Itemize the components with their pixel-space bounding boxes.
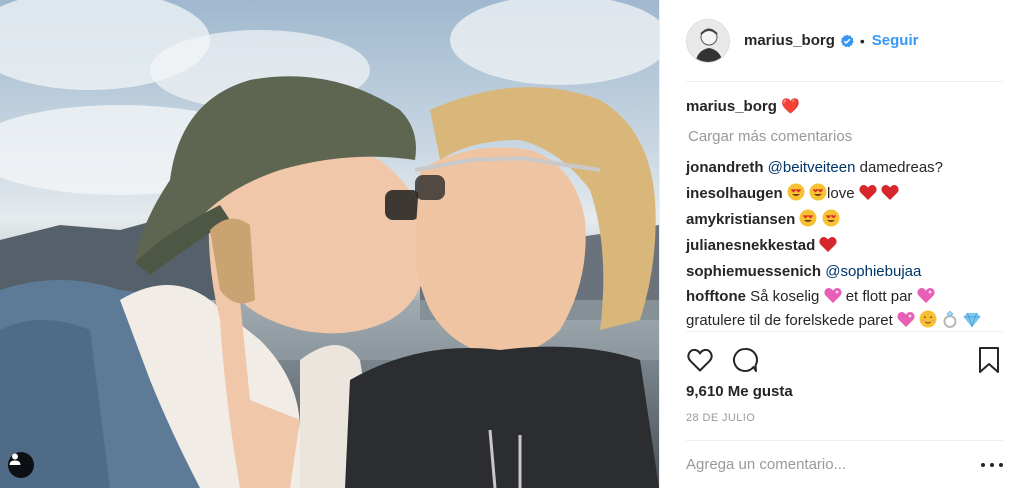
user-tag-button[interactable] bbox=[8, 452, 34, 478]
comment-item: amykristiansen bbox=[686, 207, 1008, 233]
instagram-post: marius_borg • Seguir marius_borg ❤️ Carg… bbox=[0, 0, 1024, 488]
comment-username[interactable]: amykristiansen bbox=[686, 211, 795, 228]
heart-eyes-emoji-icon bbox=[822, 209, 840, 227]
add-comment-bar bbox=[686, 440, 1003, 488]
comment-mention[interactable]: @beitveiteen bbox=[768, 159, 856, 176]
comment-text: love bbox=[827, 185, 855, 202]
follow-button[interactable]: Seguir bbox=[872, 32, 919, 49]
heart-eyes-emoji-icon bbox=[787, 183, 805, 201]
red-heart-emoji-icon bbox=[859, 185, 877, 200]
likes-count[interactable]: 9,610 Me gusta bbox=[686, 383, 793, 400]
comment-item: hofftone Så koselig et flott par gratule… bbox=[686, 285, 1008, 333]
comment-button[interactable] bbox=[731, 346, 759, 374]
post-header: marius_borg • Seguir bbox=[686, 0, 1003, 82]
sparkling-heart-emoji-icon bbox=[897, 312, 915, 327]
comment-username[interactable]: julianesnekkestad bbox=[686, 237, 815, 254]
comment-item: sophiemuessenich @sophiebujaa bbox=[686, 259, 1008, 285]
author-avatar[interactable] bbox=[686, 18, 730, 63]
red-heart-emoji-icon bbox=[881, 185, 899, 200]
comment-item: jonandreth @beitveiteen damedreas? bbox=[686, 155, 1008, 181]
post-actions-bar bbox=[686, 331, 1003, 391]
comment-text: gratulere til de forelskede paret bbox=[686, 312, 897, 329]
blushing-face-emoji-icon bbox=[919, 310, 937, 328]
load-more-comments-button[interactable]: Cargar más comentarios bbox=[688, 124, 1008, 150]
header-separator: • bbox=[859, 32, 865, 49]
bookmark-icon bbox=[979, 347, 999, 373]
avatar-image bbox=[687, 19, 729, 62]
gem-emoji-icon bbox=[963, 312, 981, 328]
heart-eyes-emoji-icon bbox=[809, 183, 827, 201]
author-username[interactable]: marius_borg bbox=[744, 32, 835, 49]
comment-username[interactable]: inesolhaugen bbox=[686, 185, 783, 202]
more-options-button[interactable] bbox=[981, 458, 1003, 472]
comment-text: Så koselig bbox=[745, 288, 824, 305]
post-photo[interactable] bbox=[0, 0, 659, 488]
comment-text: damedreas? bbox=[855, 159, 944, 176]
post-date[interactable]: 28 DE JULIO bbox=[686, 412, 755, 424]
user-tag-icon bbox=[9, 453, 21, 465]
comment-input[interactable] bbox=[686, 456, 981, 473]
comment-icon bbox=[733, 347, 758, 372]
caption-username[interactable]: marius_borg bbox=[686, 98, 777, 115]
heart-eyes-emoji-icon bbox=[799, 209, 817, 227]
comments-list: marius_borg ❤️ Cargar más comentarios jo… bbox=[686, 94, 1008, 333]
post-photo-illustration bbox=[0, 0, 659, 488]
more-options-dot bbox=[999, 462, 1003, 467]
comment-text: et flott par bbox=[841, 288, 917, 305]
heart-icon bbox=[687, 348, 713, 372]
more-options-icon bbox=[981, 462, 985, 467]
comment-username[interactable]: hofftone bbox=[686, 288, 746, 305]
like-button[interactable] bbox=[686, 346, 714, 374]
post-caption: marius_borg ❤️ bbox=[686, 94, 1008, 120]
sparkling-heart-emoji-icon bbox=[823, 288, 842, 303]
comment-item: julianesnekkestad bbox=[686, 233, 1008, 259]
comment-item: inesolhaugen love bbox=[686, 181, 1008, 207]
sparkling-heart-emoji-icon bbox=[916, 288, 935, 303]
comment-username[interactable]: jonandreth bbox=[686, 159, 764, 176]
comment-mention[interactable]: @sophiebujaa bbox=[825, 263, 921, 280]
comment-username[interactable]: sophiemuessenich bbox=[686, 263, 821, 280]
caption-emoji: ❤️ bbox=[781, 98, 800, 115]
post-side-panel: marius_borg • Seguir marius_borg ❤️ Carg… bbox=[659, 0, 1024, 488]
ring-emoji-icon bbox=[943, 310, 957, 328]
red-heart-emoji-icon bbox=[819, 237, 838, 252]
verified-badge-icon bbox=[840, 34, 854, 48]
more-options-dot bbox=[990, 462, 994, 467]
save-button[interactable] bbox=[975, 346, 1003, 374]
